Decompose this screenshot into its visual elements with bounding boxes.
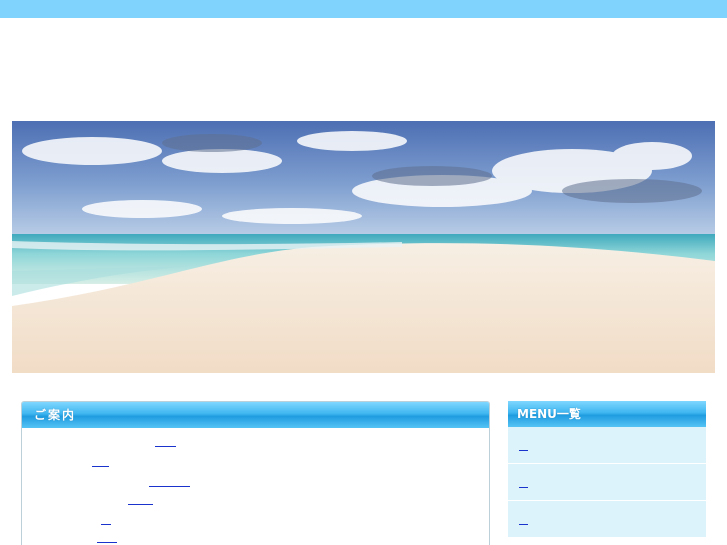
info-link-4[interactable] [128,504,153,505]
beach-photo [12,121,715,373]
menu-item-3[interactable] [508,501,706,538]
hero-banner [12,121,715,373]
menu-panel-title: MENU一覧 [508,401,706,427]
menu-item-1[interactable] [508,427,706,464]
info-link-6[interactable] [97,542,117,543]
info-panel-title: ご案内 [22,402,489,428]
info-link-2[interactable] [92,466,109,467]
menu-panel: MENU一覧 [508,401,706,545]
top-bar [0,0,727,18]
menu-item-link[interactable] [519,524,528,525]
menu-item-link[interactable] [519,450,528,451]
info-link-5[interactable] [101,524,111,525]
info-link-1[interactable] [155,446,176,447]
info-panel: ご案内 [21,401,490,545]
menu-item-2[interactable] [508,464,706,501]
info-link-3[interactable] [149,486,190,487]
menu-item-link[interactable] [519,487,528,488]
